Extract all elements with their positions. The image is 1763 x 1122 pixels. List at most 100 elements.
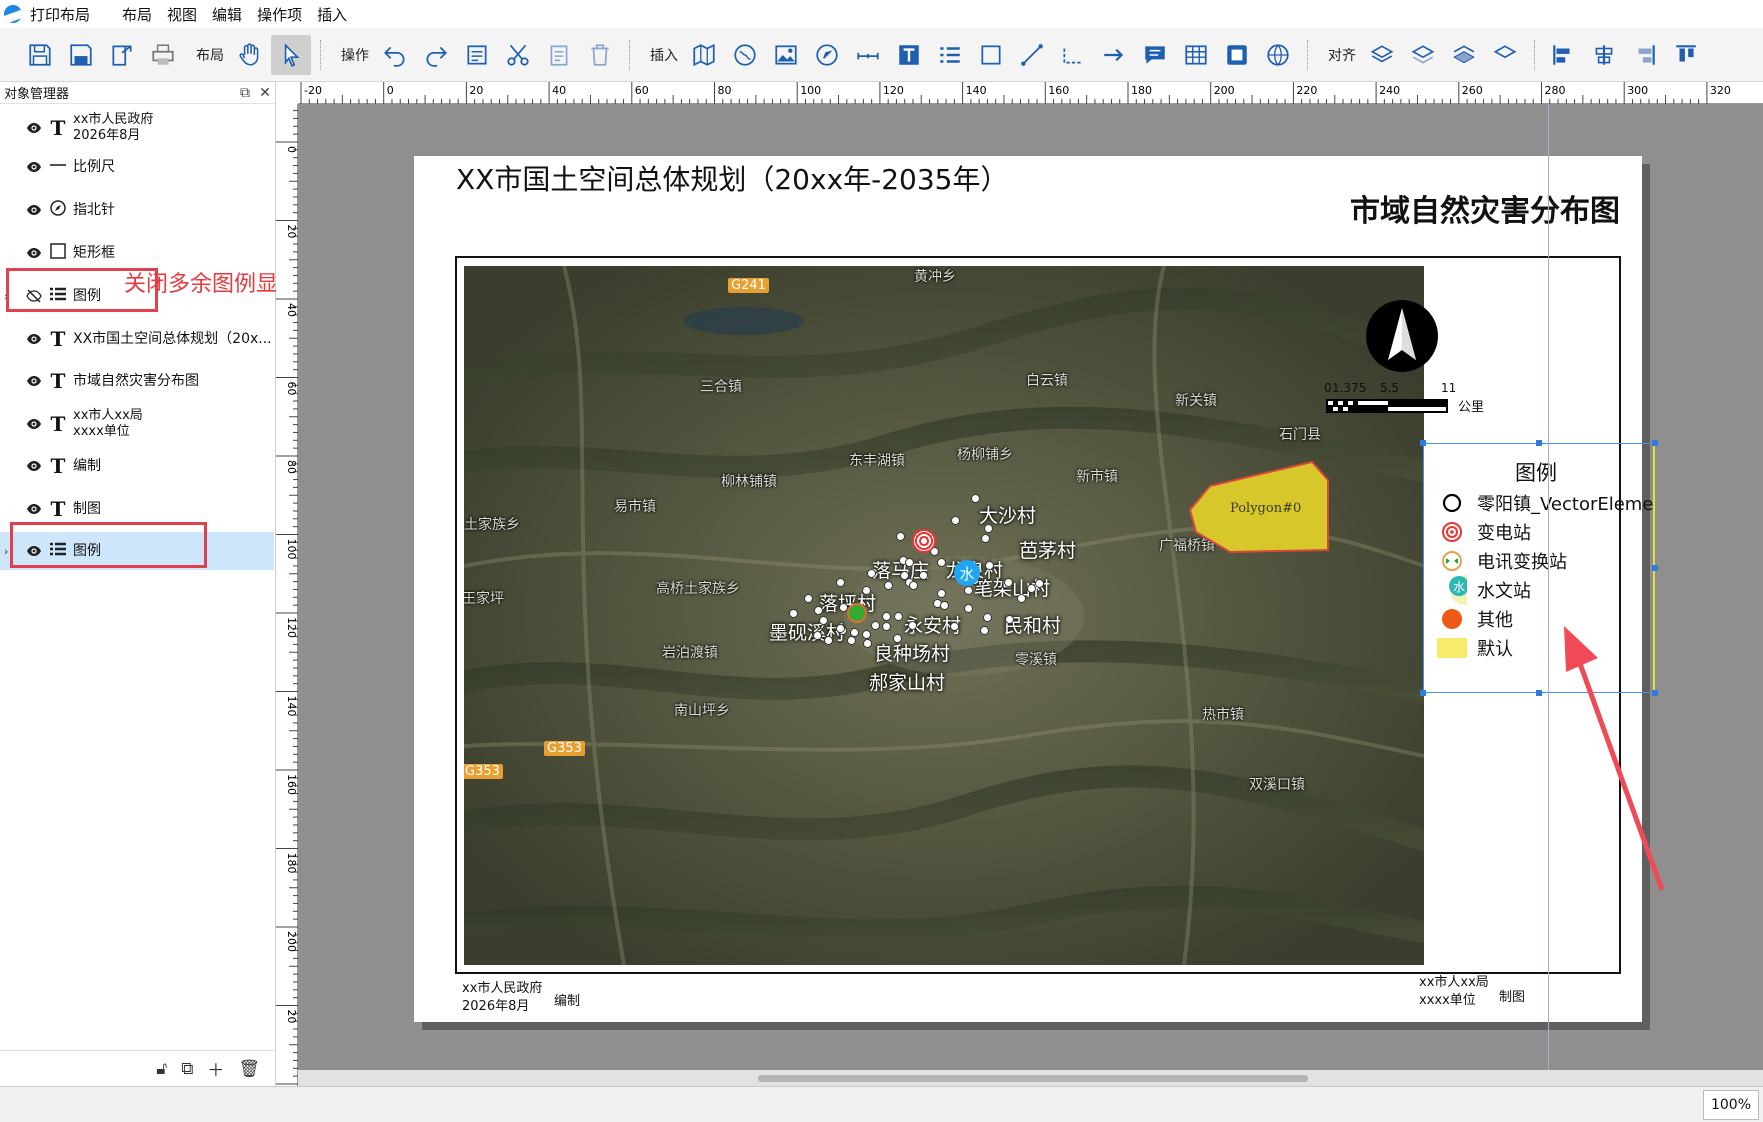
- footer-left-org[interactable]: xx市人民政府 2026年8月: [462, 980, 542, 1016]
- cut-icon[interactable]: [498, 35, 538, 75]
- delete-icon[interactable]: [580, 35, 620, 75]
- visibility-eye-icon[interactable]: [26, 458, 42, 474]
- insert-line-icon[interactable]: [1012, 35, 1052, 75]
- layout-canvas[interactable]: XX市国土空间总体规划（20xx年-2035年） 市域自然灾害分布图 G241 …: [298, 104, 1763, 1086]
- village-point-marker[interactable]: [813, 631, 822, 640]
- expand-chevron-icon[interactable]: ›: [4, 545, 8, 558]
- village-point-marker[interactable]: [919, 571, 928, 580]
- village-point-marker[interactable]: [894, 612, 903, 621]
- village-point-marker[interactable]: [863, 639, 872, 648]
- village-point-marker[interactable]: [1017, 594, 1026, 603]
- village-point-marker[interactable]: [951, 516, 960, 525]
- visibility-eye-icon[interactable]: [26, 501, 42, 517]
- village-point-marker[interactable]: [847, 636, 856, 645]
- insert-arrow-icon[interactable]: [1094, 35, 1134, 75]
- object-tree-item[interactable]: T XX市国土空间总体规划（20x...: [0, 320, 274, 358]
- village-point-marker[interactable]: [862, 630, 871, 639]
- resize-handle[interactable]: [1652, 565, 1658, 571]
- village-point-marker[interactable]: [983, 613, 992, 622]
- visibility-eye-icon[interactable]: [26, 159, 42, 175]
- village-point-marker[interactable]: [909, 581, 918, 590]
- insert-web-icon[interactable]: [1258, 35, 1298, 75]
- legend-item[interactable]: 水水文站: [1437, 575, 1531, 605]
- yellow-polygon[interactable]: Polygon#0: [1188, 460, 1330, 560]
- print-icon[interactable]: [143, 35, 183, 75]
- telecom-station-marker-icon[interactable]: [847, 603, 867, 623]
- vertical-ruler[interactable]: 0 20 40 60 80 100 120 140 160 180 200 20: [276, 104, 298, 1086]
- object-tree-item[interactable]: Txx市人xx局 xxxx单位: [0, 404, 274, 444]
- pan-hand-icon[interactable]: [230, 35, 270, 75]
- village-point-marker[interactable]: [836, 624, 845, 633]
- page-map-title[interactable]: 市域自然灾害分布图: [1350, 186, 1620, 230]
- legend-item[interactable]: 默认: [1437, 634, 1513, 662]
- visibility-eye-icon[interactable]: [26, 120, 42, 136]
- copy-properties-icon[interactable]: [457, 35, 497, 75]
- insert-text-icon[interactable]: [889, 35, 929, 75]
- village-point-marker[interactable]: [862, 586, 871, 595]
- lower-layer-icon[interactable]: [1444, 35, 1484, 75]
- insert-scalebar-icon[interactable]: [848, 35, 888, 75]
- insert-map-icon[interactable]: [684, 35, 724, 75]
- insert-globe-map-icon[interactable]: [725, 35, 765, 75]
- village-point-marker[interactable]: [971, 494, 980, 503]
- object-tree-item[interactable]: 指北针: [0, 191, 274, 229]
- object-tree-item[interactable]: T 市域自然灾害分布图: [0, 362, 274, 400]
- footer-left-tag[interactable]: 编制: [554, 990, 580, 1009]
- village-point-marker[interactable]: [905, 558, 914, 567]
- village-point-marker[interactable]: [937, 558, 946, 567]
- undo-icon[interactable]: [375, 35, 415, 75]
- insert-callout-icon[interactable]: [1135, 35, 1175, 75]
- object-tree-item[interactable]: 比例尺: [0, 148, 274, 186]
- add-icon[interactable]: ＋: [207, 1056, 224, 1081]
- insert-north-arrow-icon[interactable]: [807, 35, 847, 75]
- hydrologic-station-marker-icon[interactable]: 水: [954, 560, 980, 586]
- close-panel-icon[interactable]: ✕: [255, 85, 275, 101]
- align-top-icon[interactable]: [1666, 35, 1706, 75]
- horizontal-scrollbar[interactable]: [298, 1070, 1763, 1086]
- horizontal-ruler[interactable]: -20 0 20 40 60 80 100 120 140 160 180 200 220 240 260 2…: [298, 82, 1763, 104]
- paste-icon[interactable]: [539, 35, 579, 75]
- resize-handle[interactable]: [1420, 690, 1426, 696]
- village-point-marker[interactable]: [964, 586, 973, 595]
- village-point-marker[interactable]: [1005, 615, 1014, 624]
- duplicate-icon[interactable]: ⧉: [181, 1059, 193, 1079]
- insert-rectangle-icon[interactable]: [971, 35, 1011, 75]
- village-point-marker[interactable]: [819, 616, 828, 625]
- float-panel-icon[interactable]: ⧉: [235, 85, 255, 101]
- legend-item[interactable]: 其他: [1437, 605, 1513, 633]
- insert-image-icon[interactable]: [766, 35, 806, 75]
- save-as-icon[interactable]: [61, 35, 101, 75]
- object-tree-item[interactable]: T 制图: [0, 490, 274, 528]
- menu-operations[interactable]: 操作项: [257, 4, 302, 25]
- print-page[interactable]: XX市国土空间总体规划（20xx年-2035年） 市域自然灾害分布图 G241 …: [414, 156, 1658, 1022]
- footer-right-org[interactable]: xx市人xx局 xxxx单位: [1419, 974, 1489, 1010]
- village-point-marker[interactable]: [908, 621, 917, 630]
- resize-handle[interactable]: [1652, 440, 1658, 446]
- select-arrow-icon[interactable]: [271, 34, 311, 75]
- resize-handle[interactable]: [1420, 440, 1426, 446]
- insert-table-icon[interactable]: [1176, 35, 1216, 75]
- village-point-marker[interactable]: [814, 606, 823, 615]
- satellite-map[interactable]: G241 G353 G353 三合镇 白云镇 新关镇 石门县 东丰湖镇 杨柳铺乡 柳林铺镇 易市镇 新…: [464, 266, 1424, 965]
- village-point-marker[interactable]: [836, 578, 845, 587]
- village-point-marker[interactable]: [1035, 579, 1044, 588]
- object-tree-item[interactable]: T 编制: [0, 447, 274, 485]
- village-point-marker[interactable]: [981, 534, 990, 543]
- village-point-marker[interactable]: [950, 622, 959, 631]
- village-point-marker[interactable]: [896, 532, 905, 541]
- object-tree-item[interactable]: › 图例: [0, 532, 274, 570]
- expand-chevron-icon[interactable]: ›: [4, 290, 8, 303]
- village-point-marker[interactable]: [804, 594, 813, 603]
- village-point-marker[interactable]: [893, 634, 902, 643]
- resize-handle[interactable]: [1536, 690, 1542, 696]
- redo-icon[interactable]: [416, 35, 456, 75]
- visibility-eye-icon[interactable]: [26, 202, 42, 218]
- object-tree-item[interactable]: Txx市人民政府 2026年8月: [0, 106, 274, 150]
- village-point-marker[interactable]: [867, 569, 876, 578]
- menu-insert[interactable]: 插入: [317, 4, 347, 25]
- legend-item[interactable]: 变电站: [1437, 518, 1531, 546]
- visibility-eye-icon[interactable]: [26, 416, 42, 432]
- village-point-marker[interactable]: [1004, 578, 1013, 587]
- menu-layout[interactable]: 布局: [122, 4, 152, 25]
- village-point-marker[interactable]: [937, 589, 946, 598]
